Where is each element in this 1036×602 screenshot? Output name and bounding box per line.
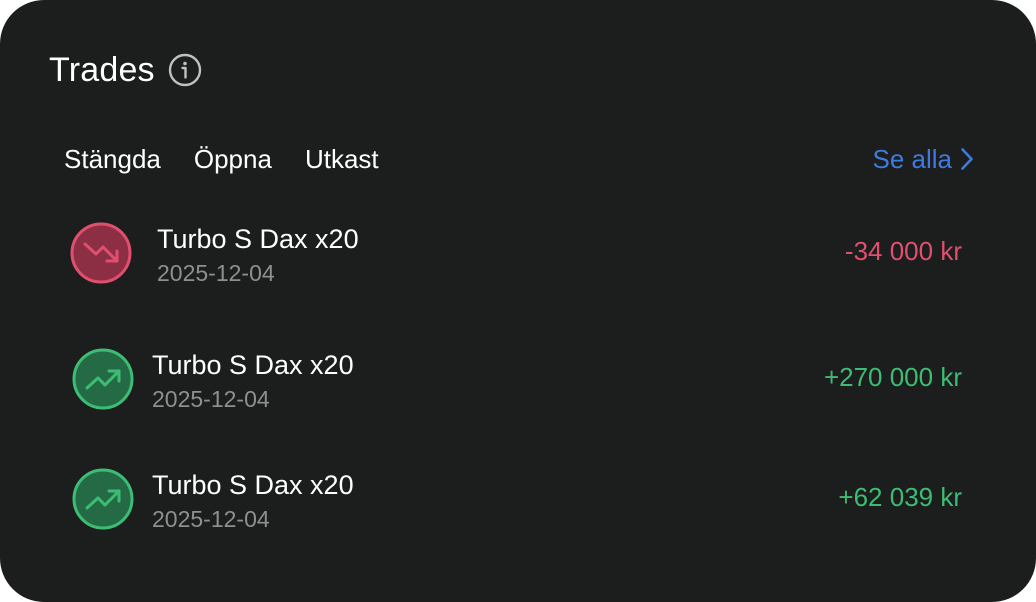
trade-date: 2025-12-04 [152,386,270,412]
trade-name: Turbo S Dax x20 [157,224,359,254]
card-header: Trades [49,48,202,92]
trade-row[interactable]: Turbo S Dax x20 2025-12-04 +62 039 kr [70,468,962,532]
trades-card: Trades Stängda Öppna Utkast Se alla Turb… [0,0,1036,602]
tab-closed[interactable]: Stängda [64,144,161,175]
trade-name: Turbo S Dax x20 [152,350,354,380]
tab-draft[interactable]: Utkast [305,144,379,175]
trade-date: 2025-12-04 [152,506,270,532]
tab-bar: Stängda Öppna Utkast [64,140,412,178]
trade-amount: +270 000 kr [823,362,962,392]
trade-info: Turbo S Dax x20 2025-12-04 [152,348,354,414]
trade-amount: -34 000 kr [844,236,962,266]
trade-info: Turbo S Dax x20 2025-12-04 [152,468,354,534]
card-title: Trades [49,50,155,89]
trade-info: Turbo S Dax x20 2025-12-04 [157,222,359,288]
trending-up-icon [72,468,134,530]
trending-down-icon [70,222,132,284]
trade-amount: +62 039 kr [838,482,962,512]
info-icon[interactable] [168,53,202,87]
trending-up-icon [72,348,134,410]
trade-name: Turbo S Dax x20 [152,470,354,500]
see-all-link[interactable]: Se alla [873,140,975,178]
trade-date: 2025-12-04 [157,260,275,286]
trade-row[interactable]: Turbo S Dax x20 2025-12-04 +270 000 kr [70,348,962,412]
tab-open[interactable]: Öppna [194,144,272,175]
see-all-label: Se alla [872,143,953,174]
trade-row[interactable]: Turbo S Dax x20 2025-12-04 -34 000 kr [70,222,962,286]
chevron-right-icon [960,147,974,171]
